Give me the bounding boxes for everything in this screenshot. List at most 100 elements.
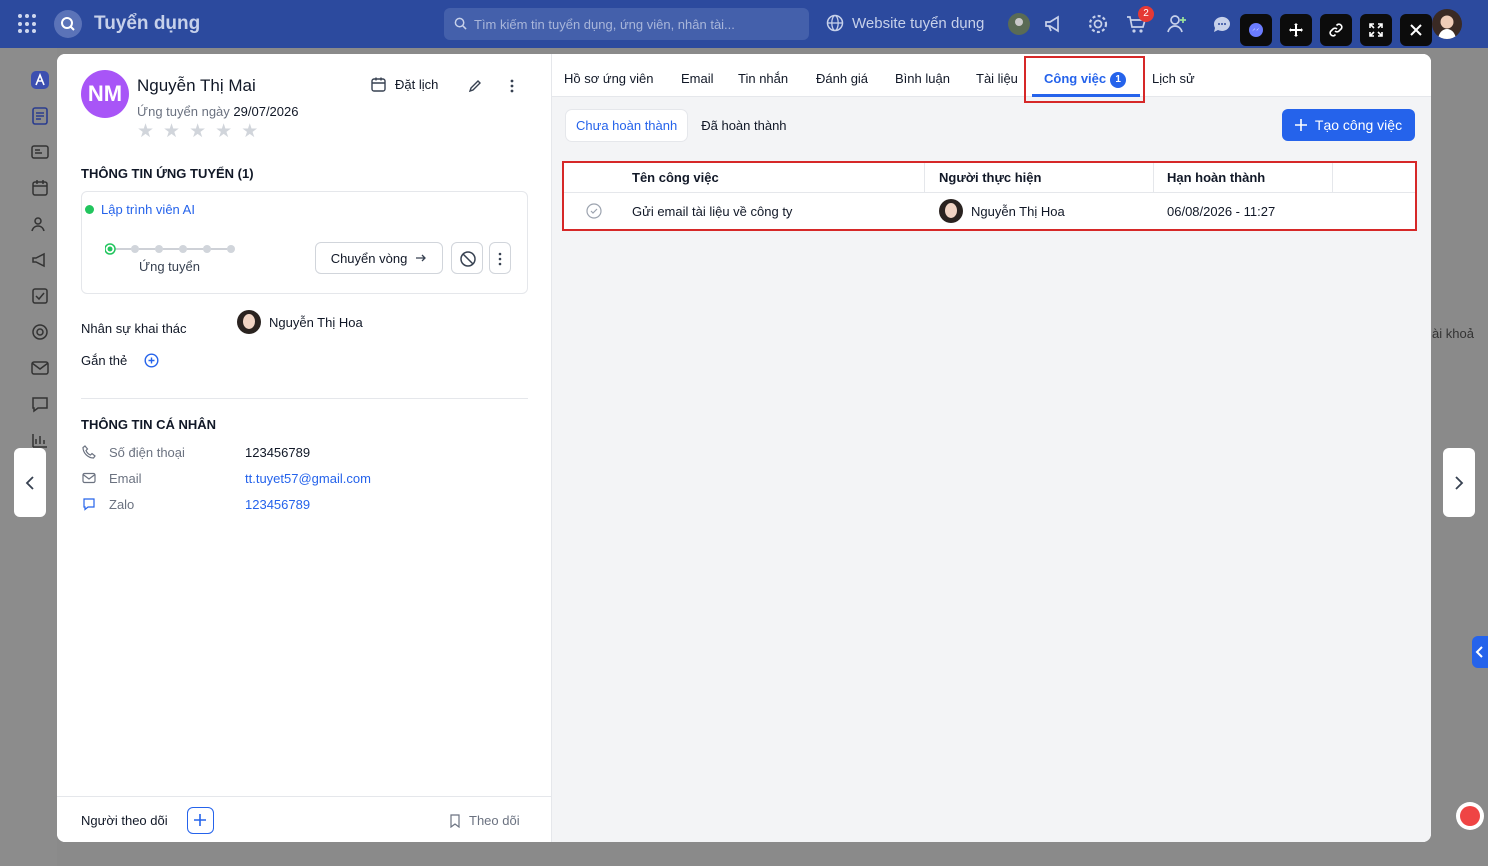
schedule-button[interactable]: Đặt lịch bbox=[370, 76, 438, 93]
candidate-detail-pane: Hồ sơ ứng viên Email Tin nhắn Đánh giá B… bbox=[552, 54, 1431, 842]
search-input[interactable] bbox=[474, 8, 804, 40]
complete-task-check-icon[interactable] bbox=[586, 203, 602, 219]
mail-settings-icon bbox=[31, 361, 49, 375]
arrow-right-icon bbox=[416, 254, 427, 262]
expand-button[interactable] bbox=[1360, 14, 1392, 46]
application-section-title: THÔNG TIN ỨNG TUYỂN (1) bbox=[81, 166, 254, 181]
close-icon bbox=[1410, 24, 1422, 36]
applied-date: 29/07/2026 bbox=[233, 104, 299, 119]
star-icon[interactable]: ★ bbox=[215, 120, 232, 143]
kebab-icon bbox=[498, 252, 502, 266]
settings-gear-icon[interactable] bbox=[1086, 12, 1110, 36]
candidate-modal: NM Nguyễn Thị Mai Ứng tuyển ngày 29/07/2… bbox=[57, 54, 1431, 842]
profile-badge-icon[interactable] bbox=[1007, 12, 1031, 36]
comment-icon bbox=[32, 397, 48, 413]
job-title: Lập trình viên AI bbox=[101, 202, 195, 217]
prev-candidate-button[interactable] bbox=[14, 448, 46, 517]
move-stage-label: Chuyển vòng bbox=[330, 250, 408, 266]
star-icon[interactable]: ★ bbox=[137, 120, 154, 143]
calendar-icon bbox=[371, 77, 386, 92]
column-task-name: Tên công việc bbox=[632, 170, 719, 185]
tab-documents[interactable]: Tài liệu bbox=[976, 71, 1018, 86]
tab-candidate-profile[interactable]: Hồ sơ ứng viên bbox=[564, 71, 654, 86]
application-more-button[interactable] bbox=[489, 242, 511, 274]
email-label: Email bbox=[109, 470, 142, 486]
column-divider bbox=[1153, 163, 1154, 193]
create-task-button[interactable]: Tạo công việc bbox=[1282, 109, 1415, 141]
reject-button[interactable] bbox=[451, 242, 483, 274]
announcement-icon[interactable] bbox=[1042, 12, 1066, 36]
star-icon[interactable]: ★ bbox=[241, 120, 258, 143]
messenger-button[interactable] bbox=[1240, 14, 1272, 46]
calendar-icon bbox=[32, 180, 48, 196]
email-value-link[interactable]: tt.tuyet57@gmail.com bbox=[245, 471, 371, 486]
ban-icon bbox=[460, 251, 476, 267]
global-search[interactable] bbox=[444, 8, 809, 40]
add-follower-button[interactable] bbox=[187, 807, 214, 834]
link-icon bbox=[1329, 23, 1343, 37]
recruiter-label: Nhân sự khai thác bbox=[81, 321, 187, 336]
tasks-table: Tên công việc Người thực hiện Hạn hoàn t… bbox=[562, 161, 1417, 231]
column-divider bbox=[1332, 163, 1333, 193]
users-icon bbox=[31, 217, 45, 232]
detail-tabs: Hồ sơ ứng viên Email Tin nhắn Đánh giá B… bbox=[552, 54, 1431, 97]
rating-stars[interactable]: ★ ★ ★ ★ ★ bbox=[137, 120, 258, 143]
plus-icon bbox=[1294, 119, 1307, 131]
job-title-link[interactable]: Lập trình viên AI bbox=[85, 202, 195, 217]
email-row: Email tt.tuyet57@gmail.com bbox=[81, 470, 371, 486]
task-status-filter: Chưa hoàn thành Đã hoàn thành bbox=[566, 110, 797, 141]
stage-progress[interactable] bbox=[105, 242, 237, 256]
filter-done[interactable]: Đã hoàn thành bbox=[691, 110, 796, 141]
candidate-name: Nguyễn Thị Mai bbox=[137, 76, 256, 95]
link-button[interactable] bbox=[1320, 14, 1352, 46]
user-avatar[interactable] bbox=[1432, 9, 1462, 39]
status-dot bbox=[85, 205, 94, 214]
zalo-value-link[interactable]: 123456789 bbox=[245, 497, 310, 512]
next-candidate-button[interactable] bbox=[1443, 448, 1475, 517]
edit-button[interactable] bbox=[467, 78, 483, 97]
search-icon bbox=[454, 17, 467, 30]
cart-count-badge: 2 bbox=[1138, 6, 1154, 22]
assignee-avatar bbox=[939, 199, 963, 223]
mail-icon bbox=[82, 472, 96, 484]
close-viewer-button[interactable] bbox=[1400, 14, 1432, 46]
follow-button[interactable]: Theo dõi bbox=[449, 813, 520, 828]
chevron-right-icon bbox=[1455, 476, 1464, 490]
filter-pending[interactable]: Chưa hoàn thành bbox=[566, 110, 688, 141]
phone-value: 123456789 bbox=[245, 444, 311, 460]
phone-label: Số điện thoại bbox=[109, 444, 185, 460]
apps-grid-icon[interactable] bbox=[18, 14, 38, 34]
star-icon[interactable]: ★ bbox=[189, 120, 206, 143]
more-options-button[interactable] bbox=[510, 78, 514, 97]
assignee-name: Nguyễn Thị Hoa bbox=[971, 203, 1065, 219]
recruiter-avatar bbox=[237, 310, 261, 334]
top-app-bar: Tuyển dụng Website tuyển dụng 2 bbox=[0, 0, 1488, 48]
plus-icon bbox=[194, 814, 206, 826]
zalo-icon bbox=[83, 498, 95, 511]
tab-evaluation[interactable]: Đánh giá bbox=[816, 71, 868, 86]
personal-section-title: THÔNG TIN CÁ NHÂN bbox=[81, 417, 217, 432]
add-tag-button[interactable] bbox=[144, 353, 159, 371]
phone-icon bbox=[82, 445, 96, 459]
move-button[interactable] bbox=[1280, 14, 1312, 46]
assistant-fab[interactable] bbox=[1456, 802, 1484, 830]
add-user-icon[interactable] bbox=[1165, 12, 1189, 36]
tab-email[interactable]: Email bbox=[681, 71, 714, 86]
tab-history[interactable]: Lịch sử bbox=[1152, 71, 1195, 86]
plus-circle-icon bbox=[144, 353, 159, 368]
chat-icon[interactable] bbox=[1210, 12, 1234, 36]
website-link[interactable]: Website tuyển dụng bbox=[826, 14, 984, 32]
column-deadline: Hạn hoàn thành bbox=[1167, 170, 1266, 185]
id-card-icon bbox=[31, 145, 49, 159]
tab-comments[interactable]: Bình luận bbox=[895, 71, 950, 86]
current-stage-label: Ứng tuyển bbox=[139, 259, 200, 274]
star-icon[interactable]: ★ bbox=[163, 120, 180, 143]
tab-messages[interactable]: Tin nhắn bbox=[738, 71, 788, 86]
candidate-info-pane: NM Nguyễn Thị Mai Ứng tuyển ngày 29/07/2… bbox=[57, 54, 552, 842]
chevron-left-icon bbox=[25, 476, 34, 490]
right-drawer-toggle[interactable] bbox=[1472, 636, 1488, 668]
table-row[interactable]: Gửi email tài liệu về công ty Nguyễn Thị… bbox=[564, 194, 1415, 229]
task-name[interactable]: Gửi email tài liệu về công ty bbox=[632, 204, 792, 219]
create-task-label: Tạo công việc bbox=[1314, 117, 1403, 133]
move-stage-button[interactable]: Chuyển vòng bbox=[315, 242, 443, 274]
